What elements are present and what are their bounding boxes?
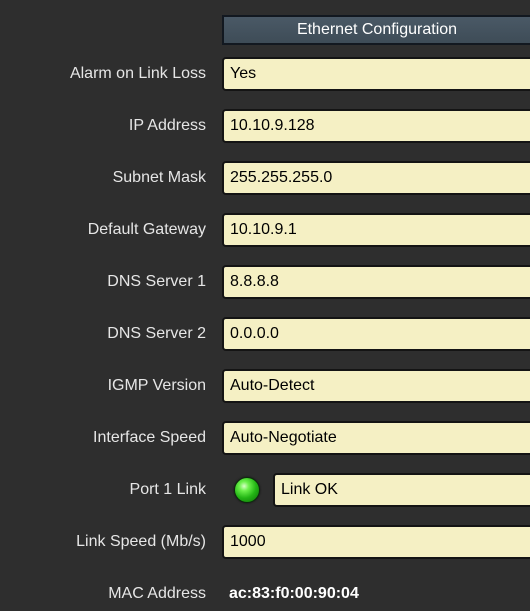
row-port-1-link: Port 1 Link Link OK <box>0 473 530 507</box>
alarm-on-link-loss-field[interactable]: Yes <box>222 57 530 91</box>
ip-address-label: IP Address <box>128 117 206 134</box>
row-link-speed: Link Speed (Mb/s) 1000 <box>0 525 530 559</box>
interface-speed-label: Interface Speed <box>93 429 206 446</box>
status-led-icon <box>234 477 260 503</box>
igmp-version-label: IGMP Version <box>107 377 206 394</box>
igmp-version-field[interactable]: Auto-Detect <box>222 369 530 403</box>
alarm-on-link-loss-label: Alarm on Link Loss <box>69 65 206 82</box>
row-ip-address: IP Address 10.10.9.128 <box>0 109 530 143</box>
link-speed-field: 1000 <box>222 525 530 559</box>
row-dns-server-2: DNS Server 2 0.0.0.0 <box>0 317 530 351</box>
link-speed-label: Link Speed (Mb/s) <box>76 533 206 550</box>
port-1-link-status-field: Link OK <box>273 473 530 507</box>
dns-server-1-label: DNS Server 1 <box>107 273 206 290</box>
mac-address-value: ac:83:f0:00:90:04 <box>229 585 359 602</box>
subnet-mask-label: Subnet Mask <box>112 169 206 186</box>
dns-server-2-label: DNS Server 2 <box>107 325 206 342</box>
subnet-mask-field[interactable]: 255.255.255.0 <box>222 161 530 195</box>
row-interface-speed: Interface Speed Auto-Negotiate <box>0 421 530 455</box>
row-mac-address: MAC Address ac:83:f0:00:90:04 <box>0 577 530 611</box>
interface-speed-field[interactable]: Auto-Negotiate <box>222 421 530 455</box>
mac-address-label: MAC Address <box>108 585 206 602</box>
row-default-gateway: Default Gateway 10.10.9.1 <box>0 213 530 247</box>
default-gateway-field[interactable]: 10.10.9.1 <box>222 213 530 247</box>
row-igmp-version: IGMP Version Auto-Detect <box>0 369 530 403</box>
row-subnet-mask: Subnet Mask 255.255.255.0 <box>0 161 530 195</box>
ethernet-config-panel: Ethernet Configuration Alarm on Link Los… <box>0 0 530 611</box>
section-header-ethernet-configuration: Ethernet Configuration <box>222 15 530 45</box>
ip-address-field[interactable]: 10.10.9.128 <box>222 109 530 143</box>
dns-server-1-field[interactable]: 8.8.8.8 <box>222 265 530 299</box>
port-1-link-label: Port 1 Link <box>129 481 206 498</box>
default-gateway-label: Default Gateway <box>87 221 206 238</box>
row-dns-server-1: DNS Server 1 8.8.8.8 <box>0 265 530 299</box>
dns-server-2-field[interactable]: 0.0.0.0 <box>222 317 530 351</box>
row-alarm-on-link-loss: Alarm on Link Loss Yes <box>0 57 530 91</box>
